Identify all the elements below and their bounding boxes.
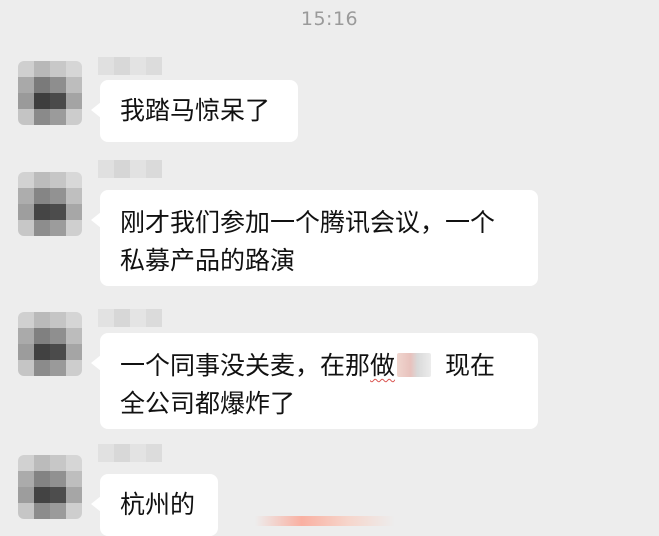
sender-name-blurred [98, 57, 162, 75]
avatar-icon[interactable] [18, 455, 82, 519]
message-bubble[interactable]: 一个同事没关麦，在那做 现在 全公司都爆炸了 [91, 333, 538, 429]
sender-name-blurred [98, 160, 162, 178]
message-text-line: 我踏马惊呆了 [120, 96, 271, 125]
blurred-bottom-content [255, 516, 395, 526]
avatar-icon[interactable] [18, 172, 82, 236]
message-bubble[interactable]: 杭州的 [91, 474, 218, 536]
spellcheck-marked-word: 做 [370, 351, 396, 380]
avatar-icon[interactable] [18, 61, 82, 125]
avatar-icon[interactable] [18, 312, 82, 376]
message-bubble[interactable]: 刚才我们参加一个腾讯会议，一个 私募产品的路演 [91, 190, 538, 286]
message-text-line: 全公司都爆炸了 [120, 389, 296, 418]
sender-name-blurred [98, 309, 162, 327]
sender-name-blurred [98, 444, 162, 462]
message-text-line: 私募产品的路演 [120, 246, 296, 275]
redaction-block [397, 353, 432, 377]
message-bubble[interactable]: 我踏马惊呆了 [91, 80, 298, 142]
chat-timestamp: 15:16 [300, 8, 359, 30]
message-text-line: 杭州的 [120, 490, 196, 519]
message-text-line: 刚才我们参加一个腾讯会议，一个 [120, 208, 496, 237]
message-text-line: 一个同事没关麦，在那做 现在 [120, 351, 496, 380]
